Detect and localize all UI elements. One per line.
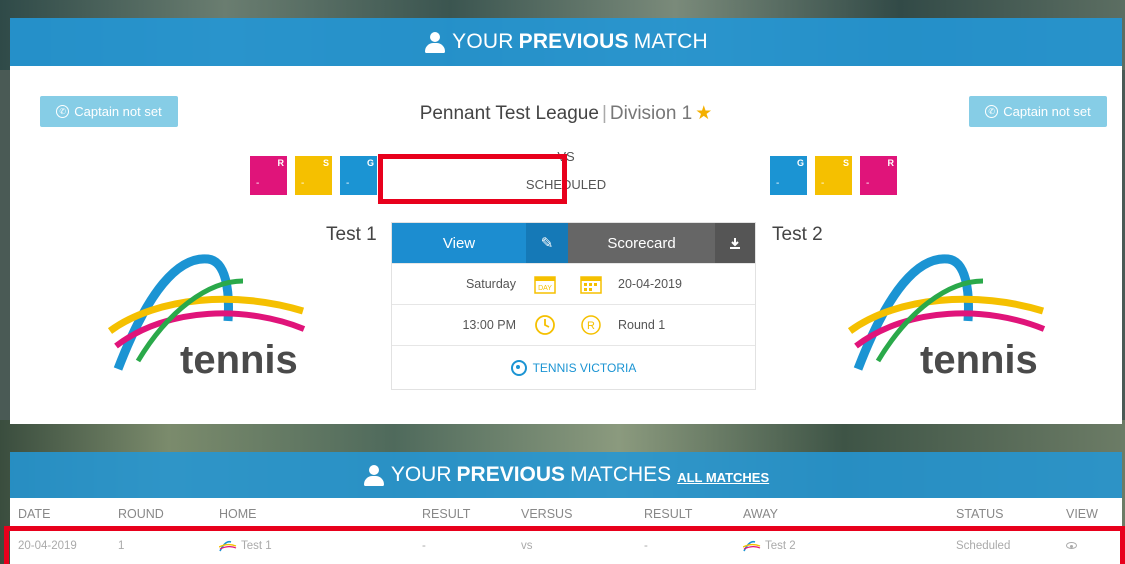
- row-home-name[interactable]: Test 1: [241, 540, 272, 552]
- league-division: Division 1: [609, 103, 693, 124]
- tennis-logo-home: tennis: [108, 254, 306, 381]
- time-round-row: 13:00 PM R Round 1: [392, 304, 755, 345]
- tennis-logo-icon: [219, 540, 237, 552]
- scorecard-button[interactable]: Scorecard: [568, 223, 755, 263]
- league-name: Pennant Test League: [419, 103, 599, 124]
- banner-bold: PREVIOUS: [456, 463, 566, 486]
- header-status[interactable]: STATUS: [946, 507, 1056, 521]
- download-icon[interactable]: [715, 223, 755, 263]
- league-title: Pennant Test League | Division 1 ★: [10, 102, 1122, 125]
- banner-suffix: MATCHES: [570, 463, 672, 486]
- tennis-logo-away: tennis: [848, 254, 1046, 381]
- row-round: 1: [118, 540, 125, 552]
- calendar-icon: [568, 274, 614, 294]
- logo-text: tennis: [180, 338, 298, 381]
- tennis-logo-icon: [743, 540, 761, 552]
- table-row[interactable]: 20-04-2019 1 Test 1 - vs - Test 2 Schedu…: [10, 531, 1122, 561]
- away-team-name: Test 2: [772, 224, 823, 245]
- row-away: Test 2: [733, 540, 946, 552]
- user-icon: [424, 31, 446, 53]
- scorecard-label: Scorecard: [607, 234, 676, 252]
- away-badges: G- S- R-: [770, 156, 897, 195]
- away-badge-r: R-: [860, 156, 897, 195]
- match-round: Round 1: [618, 318, 666, 332]
- vs-label: VS: [557, 149, 575, 164]
- badge-letter: S: [322, 158, 329, 168]
- banner-prefix: YOUR: [390, 463, 452, 486]
- away-badge-g: G-: [770, 156, 807, 195]
- row-result-home: -: [422, 540, 426, 552]
- header-date[interactable]: DATE: [10, 507, 108, 521]
- row-home: Test 1: [209, 540, 412, 552]
- header-home[interactable]: HOME: [209, 507, 412, 521]
- badge-value: -: [866, 178, 870, 189]
- banner-prefix: YOUR: [452, 30, 514, 53]
- header-versus[interactable]: VERSUS: [511, 507, 634, 521]
- match-details: View ✎ Scorecard Saturday DAY 20-04-2019…: [391, 222, 756, 390]
- home-team-name: Test 1: [326, 224, 377, 245]
- round-icon: R: [568, 314, 614, 336]
- header-view[interactable]: VIEW: [1056, 507, 1122, 521]
- match-day: Saturday: [465, 277, 516, 291]
- badge-value: -: [256, 178, 260, 189]
- view-label: View: [442, 234, 476, 252]
- badge-letter: G: [366, 158, 374, 168]
- day-icon-text: DAY: [538, 285, 552, 292]
- badge-value: -: [346, 178, 350, 189]
- view-button[interactable]: View ✎: [392, 223, 568, 263]
- match-status: SCHEDULED: [525, 177, 607, 192]
- day-date-row: Saturday DAY 20-04-2019: [392, 263, 755, 304]
- clock-icon: [522, 314, 568, 336]
- banner-bold: PREVIOUS: [518, 30, 629, 53]
- venue-link[interactable]: TENNIS VICTORIA: [392, 345, 755, 389]
- previous-matches-banner: YOUR PREVIOUS MATCHES ALL MATCHES: [10, 452, 1122, 498]
- badge-letter: R: [887, 158, 895, 168]
- all-matches-link[interactable]: ALL MATCHES: [677, 470, 769, 485]
- row-result-away: -: [644, 540, 648, 552]
- match-time: 13:00 PM: [462, 318, 516, 332]
- table-header: DATE ROUND HOME RESULT VERSUS RESULT AWA…: [10, 498, 1122, 531]
- action-buttons: View ✎ Scorecard: [392, 223, 755, 263]
- header-round[interactable]: ROUND: [108, 507, 209, 521]
- row-view[interactable]: [1056, 540, 1122, 552]
- match-card: ✆ Captain not set ✆ Captain not set Penn…: [10, 66, 1122, 424]
- badge-value: -: [301, 178, 305, 189]
- badge-value: -: [776, 178, 780, 189]
- header-away[interactable]: AWAY: [733, 507, 946, 521]
- row-versus: vs: [521, 540, 533, 552]
- pencil-icon[interactable]: ✎: [526, 223, 568, 263]
- badge-letter: G: [796, 158, 804, 168]
- day-icon: DAY: [522, 274, 568, 294]
- user-icon: [363, 464, 385, 486]
- home-badge-s: S-: [295, 156, 332, 195]
- eye-icon[interactable]: [1066, 542, 1077, 549]
- match-date: 20-04-2019: [618, 277, 682, 291]
- home-badge-r: R-: [250, 156, 287, 195]
- venue-name[interactable]: TENNIS VICTORIA: [533, 361, 637, 375]
- home-badge-g: G-: [340, 156, 377, 195]
- home-badges: R- S- G-: [250, 156, 377, 195]
- logo-text: tennis: [920, 338, 1038, 381]
- badge-letter: R: [277, 158, 285, 168]
- league-separator: |: [601, 103, 607, 124]
- previous-match-banner: YOUR PREVIOUS MATCH: [10, 18, 1122, 66]
- row-away-name[interactable]: Test 2: [765, 540, 796, 552]
- header-result[interactable]: RESULT: [634, 507, 733, 521]
- location-pin-icon: [510, 359, 527, 376]
- header-result[interactable]: RESULT: [412, 507, 511, 521]
- matches-table: DATE ROUND HOME RESULT VERSUS RESULT AWA…: [10, 498, 1122, 564]
- away-badge-s: S-: [815, 156, 852, 195]
- badge-letter: S: [842, 158, 849, 168]
- round-icon-text: R: [587, 320, 595, 332]
- star-icon[interactable]: ★: [695, 103, 712, 124]
- row-date: 20-04-2019: [18, 540, 77, 552]
- row-status: Scheduled: [956, 540, 1011, 552]
- badge-value: -: [821, 178, 825, 189]
- banner-suffix: MATCH: [633, 30, 708, 53]
